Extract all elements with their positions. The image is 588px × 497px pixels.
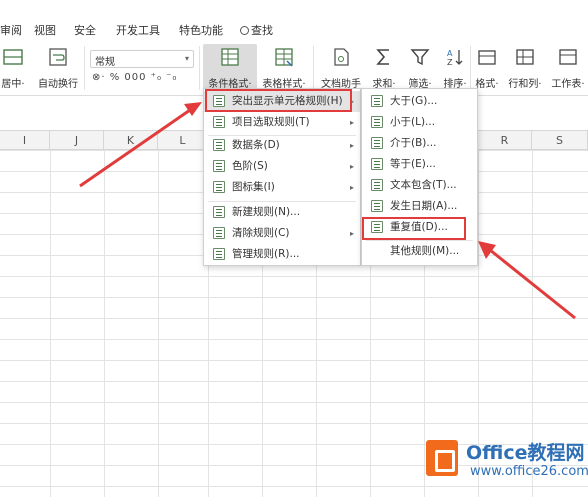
arrow-to-highlight-rules [79,102,202,188]
annotation-arrows [79,102,576,320]
arrow-to-duplicate-values [478,241,576,320]
logo-url: www.office26.com [470,464,588,479]
logo-title: Office教程网 [466,442,585,464]
office26-logo: Office教程网 www.office26.com [426,438,588,492]
office-logo-icon [426,440,458,476]
